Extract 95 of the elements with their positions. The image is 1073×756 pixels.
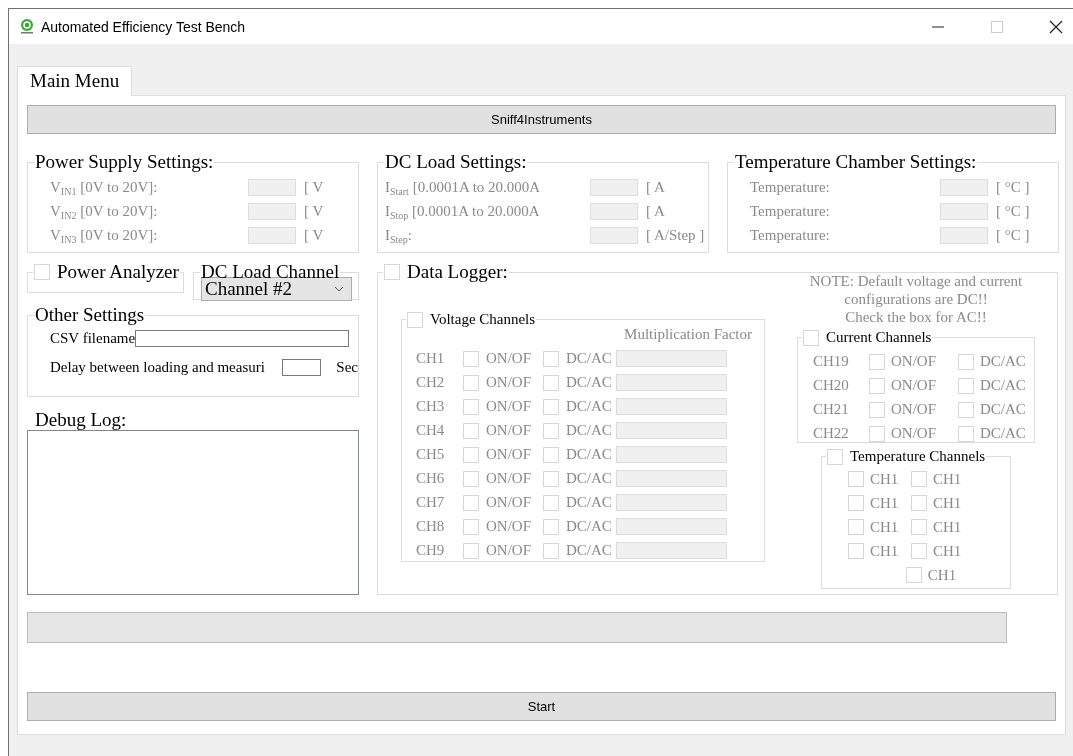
checkbox-label: ON/OF (891, 377, 937, 394)
checkbox-label: DC/AC (566, 518, 613, 535)
checkbox-label: ON/OF (891, 425, 937, 442)
channel-label: CH22 (813, 425, 850, 442)
channel-label: CH19 (813, 353, 850, 370)
field-label: V$_{IN1}$ [0V to 20V]: (50, 179, 159, 196)
group-title: Power Supply Settings: (34, 152, 215, 172)
checkbox-label: ON/OF (891, 401, 937, 418)
field-label: I$_{Step}$: (385, 227, 413, 244)
unit-label: Sec (336, 359, 358, 376)
unit-label: [ °C ] (996, 203, 1031, 220)
checkbox-label: CH1 (933, 542, 962, 560)
checkbox-label: CH1 (933, 518, 962, 536)
checkbox-label: CH1 (870, 470, 899, 488)
tab[interactable]: Main Menu (17, 66, 133, 96)
checkbox-label: CH1 (870, 542, 899, 560)
note-text: configurations are DC!! (843, 290, 989, 308)
checkbox-label: ON/OF (486, 422, 532, 439)
checkbox-label: ON/OF (486, 470, 532, 487)
field-label: Temperature: (750, 203, 831, 220)
group-title: DC Load Settings: (384, 152, 528, 172)
unit-label: [ A (646, 203, 666, 220)
group-title: Temperature Chamber Settings: (734, 152, 978, 172)
field-label: V$_{IN2}$ [0V to 20V]: (50, 203, 159, 220)
field-label: Delay between loading and measuri (50, 359, 266, 376)
checkbox-label: ON/OF (486, 518, 532, 535)
checkbox-label: ON/OF (486, 542, 532, 559)
window-title: Automated Efficiency Test Bench (41, 18, 247, 35)
unit-label: [ A/Step ] (646, 227, 706, 244)
checkbox-label: Data Logger: (407, 262, 508, 282)
checkbox[interactable] (34, 264, 50, 280)
unit-label: [ °C ] (996, 179, 1031, 196)
checkbox-label: DC/AC (566, 398, 613, 415)
chevron-icon (334, 286, 344, 292)
checkbox-label: DC/AC (566, 470, 613, 487)
field-label: Temperature: (750, 179, 831, 196)
checkbox-label: DC/AC (980, 377, 1027, 394)
channel-label: CH8 (416, 518, 446, 535)
channel-label: CH5 (416, 446, 446, 463)
channel-label: CH3 (416, 398, 446, 415)
channel-label: CH6 (416, 470, 446, 487)
checkbox-label: DC/AC (566, 446, 613, 463)
checkbox-label: Current Channels (826, 329, 932, 346)
sniff-button[interactable]: Sniff4Instruments (27, 105, 1056, 134)
log-area[interactable] (27, 430, 359, 595)
checkbox-label: Temperature Channels (850, 448, 986, 465)
group-title: Debug Log: (34, 410, 128, 430)
checkbox-label: DC/AC (566, 494, 613, 511)
field-label: I$_{Start}$ [0.0001A to 20.000A (385, 179, 542, 196)
channel-label: CH21 (813, 401, 850, 418)
checkbox[interactable] (384, 264, 400, 280)
checkbox-label: DC/AC (566, 374, 613, 391)
unit-label: [ V (304, 227, 325, 244)
field-label: CSV filename (50, 330, 136, 347)
channel-label: CH7 (416, 494, 446, 511)
field-label: Temperature: (750, 227, 831, 244)
checkbox-label: ON/OF (486, 350, 532, 367)
channel-label: CH1 (416, 350, 446, 367)
note-text: Check the box for AC!! (844, 308, 988, 326)
app-logo-icon (19, 17, 35, 34)
checkbox-label: CH1 (933, 494, 962, 512)
checkbox-label: CH1 (870, 494, 899, 512)
unit-label: [ A (646, 179, 666, 196)
note-text: NOTE: Default voltage and current (808, 272, 1024, 290)
checkbox-label: DC/AC (980, 401, 1027, 418)
checkbox-label: ON/OF (486, 446, 532, 463)
checkbox-label: CH1 (933, 470, 962, 488)
checkbox-label: CH1 (870, 518, 899, 536)
checkbox-label: ON/OF (486, 374, 532, 391)
checkbox-label: DC/AC (980, 425, 1027, 442)
checkbox-label: ON/OF (891, 353, 937, 370)
channel-label: CH9 (416, 542, 446, 559)
field-label: V$_{IN3}$ [0V to 20V]: (50, 227, 159, 244)
column-header: Multiplication Factor (624, 326, 752, 342)
checkbox-label: Power Analyzer (57, 262, 179, 282)
checkbox-label: DC/AC (566, 422, 613, 439)
checkbox-label: Voltage Channels (430, 311, 536, 328)
checkbox-label: CH1 (927, 566, 957, 584)
checkbox-label: DC/AC (980, 353, 1027, 370)
channel-label: CH4 (416, 422, 446, 439)
input-field[interactable] (281, 359, 322, 376)
checkbox-label: ON/OF (486, 494, 532, 511)
channel-label: CH2 (416, 374, 446, 391)
start-button[interactable]: Start (27, 692, 1056, 721)
checkbox-label: DC/AC (566, 350, 613, 367)
channel-dropdown[interactable]: Channel #2 (201, 277, 352, 301)
channel-label: CH20 (813, 377, 850, 394)
checkbox-label: ON/OF (486, 398, 532, 415)
checkbox-label: DC/AC (566, 542, 613, 559)
group-title: Other Settings (34, 305, 146, 325)
input-field[interactable] (135, 330, 350, 347)
unit-label: [ °C ] (996, 227, 1031, 244)
unit-label: [ V (304, 179, 325, 196)
unit-label: [ V (304, 203, 325, 220)
field-label: I$_{Stop}$ [0.0001A to 20.000A (385, 203, 541, 220)
